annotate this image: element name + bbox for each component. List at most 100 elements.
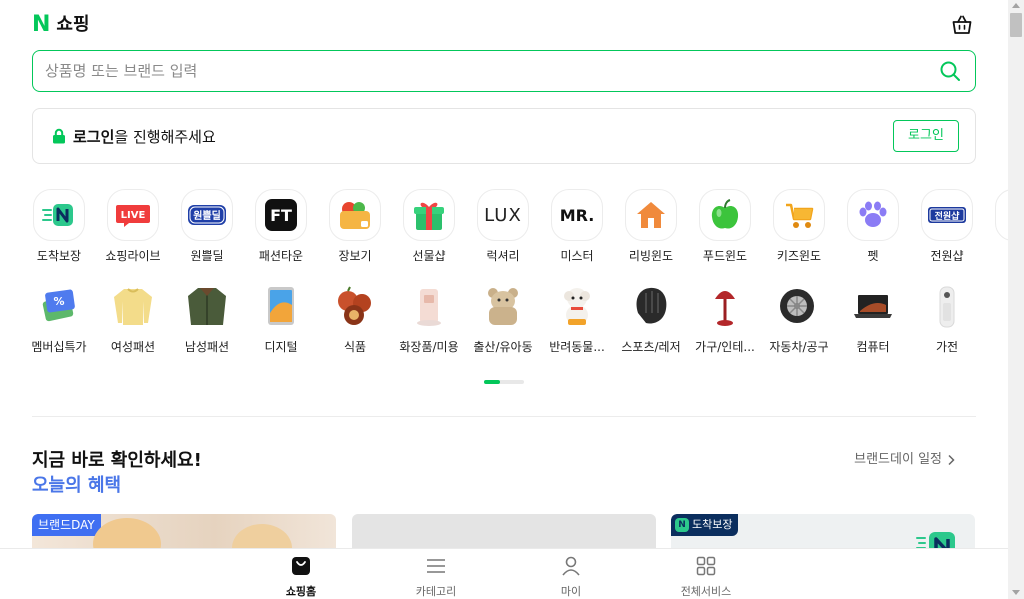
category-grocery[interactable]: 장보기 [323,189,387,264]
login-prompt: 로그인을 진행해주세요 로그인 [32,108,976,164]
luxury-icon-text: LUX [484,205,522,226]
category-appliances[interactable]: 가전 [915,280,979,355]
category-baby-kids[interactable]: 출산/유아동 [471,280,535,355]
category-mister[interactable]: MR. 미스터 [545,189,609,264]
person-icon [562,556,580,576]
chevron-right-icon [948,454,955,466]
mister-icon-text: MR. [560,206,595,225]
category-label: 식품 [343,340,367,354]
category-luxury[interactable]: LUX 럭셔리 [471,189,535,264]
category-one-plus-deal[interactable]: 원쁠딜 원쁠딜 [175,189,239,264]
category-label: 키즈윈도 [776,249,822,263]
category-partial[interactable]: 생활 [989,280,1008,355]
sweater-icon [107,280,159,332]
category-label: 도착보장 [36,249,82,263]
category-partial[interactable]: 나라 [989,189,1008,264]
logo-text: 쇼핑 [56,14,90,35]
category-label: 원쁠딜 [190,249,224,263]
dog-icon [551,280,603,332]
category-label: 패션타운 [258,249,304,263]
category-mens-fashion[interactable]: 남성패션 [175,280,239,355]
nav-category[interactable]: 카테고리 [396,555,476,599]
category-food-window[interactable]: 푸드윈도 [693,189,757,264]
category-label: 가구/인테... [695,340,755,354]
section-subtitle: 오늘의 혜택 [32,475,122,496]
cosmetics-icon [403,280,455,332]
category-furniture-interior[interactable]: 가구/인테... [693,280,757,355]
nav-all-services[interactable]: 전체서비스 [666,555,746,599]
category-gift-shop[interactable]: 선물샵 [397,189,461,264]
naver-shopping-logo[interactable]: N 쇼핑 [32,12,90,38]
login-button[interactable]: 로그인 [893,120,959,152]
divider [32,416,976,417]
category-label: 출산/유아동 [473,340,533,354]
scrollbar-thumb[interactable] [1010,13,1022,37]
partial-icon [995,189,1008,241]
category-kids-window[interactable]: 키즈윈도 [767,189,831,264]
category-arrival-guarantee[interactable]: 도착보장 [27,189,91,264]
login-message: 로그인을 진행해주세요 [73,126,216,148]
shopping-basket-icon[interactable] [950,13,974,37]
house-icon [625,189,677,241]
membership-coupon-icon: % [33,280,85,332]
electronics-shop-icon-text: 전원샵 [935,210,961,222]
category-label: 컴퓨터 [856,340,890,354]
search-input[interactable] [45,59,925,83]
category-membership-deal[interactable]: % 멤버십특가 [27,280,91,355]
category-label: 멤버십특가 [31,340,87,354]
login-message-rest: 을 진행해주세요 [114,128,216,146]
category-label: 전원샵 [930,249,964,263]
apple-icon [699,189,751,241]
gift-icon [403,189,455,241]
scroll-up-arrow-icon[interactable] [1012,3,1020,8]
laptop-icon [847,280,899,332]
paw-icon [847,189,899,241]
category-computer[interactable]: 컴퓨터 [841,280,905,355]
category-cosmetics[interactable]: 화장품/미용 [397,280,461,355]
mister-icon: MR. [551,189,603,241]
carousel-page-indicator [484,380,524,384]
category-living-window[interactable]: 리빙윈도 [619,189,683,264]
category-label: 자동차/공구 [769,340,829,354]
glove-icon [625,280,677,332]
category-label: 쇼핑라이브 [105,249,161,263]
category-label: 반려동물... [549,340,605,354]
search-icon[interactable] [939,60,961,82]
category-auto-tools[interactable]: 자동차/공구 [767,280,831,355]
category-womens-fashion[interactable]: 여성패션 [101,280,165,355]
nav-shopping-home[interactable]: 쇼핑홈 [261,555,341,599]
air-purifier-icon [921,280,973,332]
category-fashion-town[interactable]: FT 패션타운 [249,189,313,264]
category-food[interactable]: 식품 [323,280,387,355]
one-plus-deal-icon: 원쁠딜 [181,189,233,241]
category-label: 가전 [935,340,959,354]
header: N 쇼핑 [32,12,976,38]
partial-icon [995,280,1008,332]
category-sports-leisure[interactable]: 스포츠/레저 [619,280,683,355]
nav-my[interactable]: 마이 [531,555,611,599]
shopping-home-page: N 쇼핑 로그인을 진행해주세요 로그인 [0,0,1008,599]
nav-label: 쇼핑홈 [285,585,317,598]
category-shopping-live[interactable]: LIVE 쇼핑라이브 [101,189,165,264]
teddy-bear-icon [477,280,529,332]
scroll-down-arrow-icon[interactable] [1012,590,1020,595]
category-pet[interactable]: 펫 [841,189,905,264]
category-label: 장보기 [338,249,372,263]
page-scrollbar[interactable] [1008,0,1024,599]
category-digital[interactable]: 디지털 [249,280,313,355]
search-bar [32,50,976,92]
category-label: 나라 [989,248,1008,264]
arrival-badge-icon: N [675,518,689,532]
stroller-icon [773,189,825,241]
lock-icon [53,128,65,144]
category-electronics-shop[interactable]: 전원샵 전원샵 [915,189,979,264]
brand-day-schedule-link[interactable]: 브랜드데이 일정 [854,451,956,469]
category-label: 화장품/미용 [399,340,459,354]
brand-day-schedule-label: 브랜드데이 일정 [854,452,942,467]
category-label: 푸드윈도 [702,249,748,263]
category-pet-supplies[interactable]: 반려동물... [545,280,609,355]
nav-label: 전체서비스 [680,585,732,598]
lamp-icon [699,280,751,332]
luxury-icon: LUX [477,189,529,241]
category-label: 남성패션 [184,340,230,354]
